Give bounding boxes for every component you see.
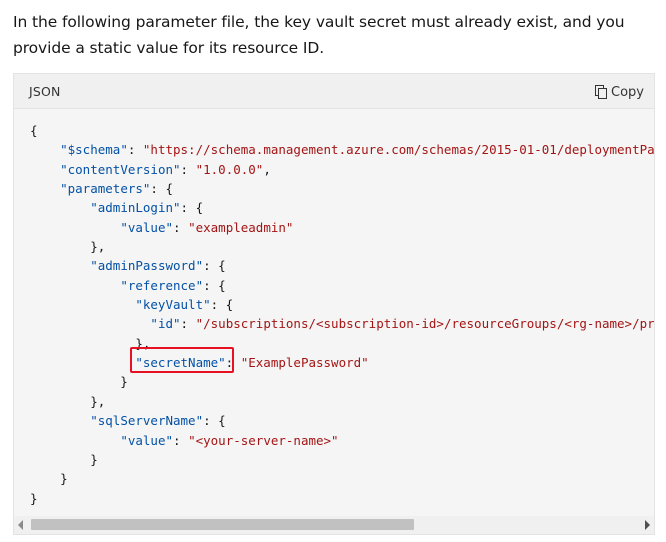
code-block: JSON Copy { "$schema": "https://schema.m… — [13, 73, 655, 535]
code-line: "value": "exampleadmin" — [120, 219, 294, 235]
code-line: "$schema": "https://schema.management.az… — [60, 142, 654, 158]
code-line: "adminLogin": { — [90, 200, 204, 216]
scroll-left-arrow-icon[interactable] — [18, 520, 23, 530]
code-line: } — [30, 490, 38, 506]
code-header: JSON Copy — [14, 74, 654, 109]
code-line: "reference": { — [120, 277, 226, 293]
code-line: } — [30, 374, 128, 390]
copy-icon — [595, 85, 608, 99]
code-area[interactable]: { "$schema": "https://schema.management.… — [14, 110, 654, 516]
scrollbar-thumb[interactable] — [31, 519, 414, 530]
code-line: "parameters": { — [60, 181, 174, 197]
code-line: "keyVault": { — [135, 297, 234, 313]
code-line: }, — [30, 239, 106, 255]
code-line: } — [30, 471, 68, 487]
horizontal-scrollbar[interactable] — [14, 516, 654, 534]
copy-button[interactable]: Copy — [595, 81, 644, 103]
code-line: "adminPassword": { — [90, 258, 226, 274]
intro-paragraph: In the following parameter file, the key… — [13, 13, 625, 57]
code-line: }, — [30, 393, 106, 409]
code-line: "contentVersion": "1.0.0.0", — [60, 161, 271, 177]
scroll-right-arrow-icon[interactable] — [645, 520, 650, 530]
copy-label: Copy — [611, 84, 644, 100]
code-line: "id": "/subscriptions/<subscription-id>/… — [150, 316, 654, 332]
secret-name-highlight — [130, 347, 234, 373]
language-label: JSON — [29, 84, 61, 99]
code-line: } — [30, 451, 98, 467]
code-line: "value": "<your-server-name>" — [120, 432, 339, 448]
code-line: "sqlServerName": { — [90, 413, 226, 429]
code-content: { "$schema": "https://schema.management.… — [30, 121, 654, 508]
code-line: { — [30, 123, 38, 138]
